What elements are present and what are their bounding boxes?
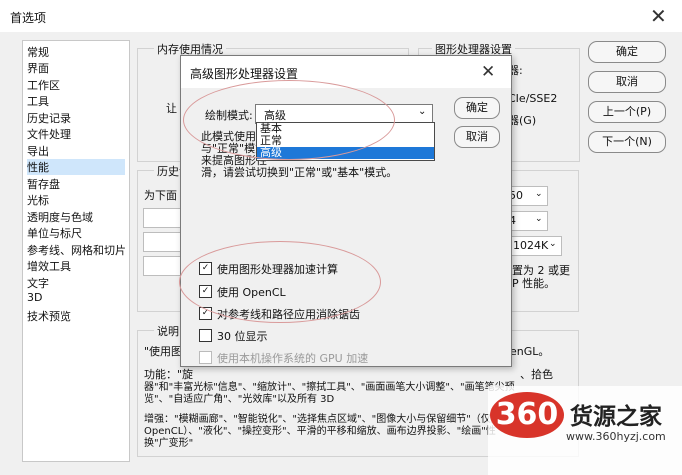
preferences-sidebar: 常规 界面 工作区 工具 历史记录 文件处理 导出 性能 暂存盘 光标 透明度与… [22, 40, 130, 462]
history-field-2[interactable] [143, 232, 183, 252]
desc-line-1-right: enGL。 [510, 345, 550, 358]
window-close-icon[interactable]: ✕ [650, 6, 667, 26]
sidebar-item-performance[interactable]: 性能 [27, 159, 125, 175]
chevron-down-icon: ⌄ [549, 239, 557, 249]
sidebar-item-interface[interactable]: 界面 [27, 60, 49, 76]
cancel-button[interactable]: 取消 [588, 71, 666, 93]
next-button[interactable]: 下一个(N) [588, 131, 666, 153]
native-gpu-label: 使用本机操作系统的 GPU 加速 [217, 352, 369, 365]
sidebar-item-transparency[interactable]: 透明度与色域 [27, 209, 93, 225]
description-group-title: 说明 [154, 323, 182, 339]
history-note-line2: P 性能。 [512, 277, 556, 290]
sidebar-item-general[interactable]: 常规 [27, 44, 49, 60]
chevron-down-icon: ⌄ [535, 214, 543, 224]
history-field-3[interactable] [143, 256, 183, 276]
prev-button[interactable]: 上一个(P) [588, 101, 666, 123]
chevron-down-icon: ⌄ [535, 189, 543, 199]
chevron-down-icon: ⌄ [418, 106, 427, 117]
desc-line-4: 览"、"自适应广角"、"光效库"以及所有 3D [144, 394, 335, 405]
sidebar-item-tools[interactable]: 工具 [27, 93, 49, 109]
watermark-url: www.360hyzj.com [566, 430, 666, 443]
cache-tile-size-field[interactable]: 1024K ⌄ [508, 236, 562, 256]
sidebar-item-cursors[interactable]: 光标 [27, 192, 49, 208]
annotation-oval-bottom [179, 241, 381, 323]
native-gpu-checkbox [199, 351, 212, 364]
sidebar-item-3d[interactable]: 3D [27, 291, 42, 304]
dialog-titlebar: 高级图形处理器设置 ✕ [181, 56, 511, 88]
annotation-oval-top [183, 80, 395, 160]
mode-desc-line4: 滑，请尝试切换到"正常"或"基本"模式。 [201, 166, 398, 179]
dialog-close-icon[interactable]: ✕ [481, 62, 495, 82]
cache-tile-size-value: 1024K [513, 239, 549, 252]
history-below-text: 为下面 [144, 189, 177, 202]
desc-line-7: 换"广变形" [144, 438, 194, 449]
dialog-ok-button[interactable]: 确定 [454, 97, 500, 119]
advanced-gpu-dialog: 高级图形处理器设置 ✕ 绘制模式: 高级 ⌄ 确定 取消 此模式使用图 与"正常… [179, 55, 512, 367]
ok-button[interactable]: 确定 [588, 41, 666, 63]
watermark-name: 货源之家 [570, 404, 662, 430]
sidebar-item-units[interactable]: 单位与标尺 [27, 225, 82, 241]
desc-line-2-right: 、拾色 [520, 368, 553, 381]
30bit-checkbox[interactable] [199, 329, 212, 342]
gpu-model-text: CIe/SSE2 [508, 92, 558, 105]
window-titlebar: 首选项 ✕ [0, 0, 682, 32]
desc-line-6: OpenCL）、"液化"、"操控变形"、平滑的平移和缩放、画布边界投影、"绘画"… [144, 426, 496, 437]
sidebar-item-scratch-disks[interactable]: 暂存盘 [27, 176, 60, 192]
gpu-use-checkbox-label[interactable]: 器(G) [508, 112, 536, 128]
30bit-label: 30 位显示 [217, 330, 268, 343]
sidebar-item-guides[interactable]: 参考线、网格和切片 [27, 242, 126, 258]
sidebar-item-export[interactable]: 导出 [27, 143, 49, 159]
sidebar-item-history[interactable]: 历史记录 [27, 110, 71, 126]
history-field-1[interactable] [143, 208, 183, 228]
sidebar-item-file-handling[interactable]: 文件处理 [27, 126, 71, 142]
desc-line-1: "使用图 [144, 345, 183, 358]
sidebar-item-tech-preview[interactable]: 技术预览 [27, 308, 71, 324]
dialog-cancel-button[interactable]: 取消 [454, 126, 500, 148]
window-title: 首选项 [10, 11, 47, 25]
sidebar-item-workspace[interactable]: 工作区 [27, 77, 60, 93]
memory-let-text: 让 [166, 102, 177, 115]
sidebar-item-plugins[interactable]: 增效工具 [27, 258, 71, 274]
watermark-logo: 360 [490, 392, 564, 438]
sidebar-item-type[interactable]: 文字 [27, 275, 49, 291]
